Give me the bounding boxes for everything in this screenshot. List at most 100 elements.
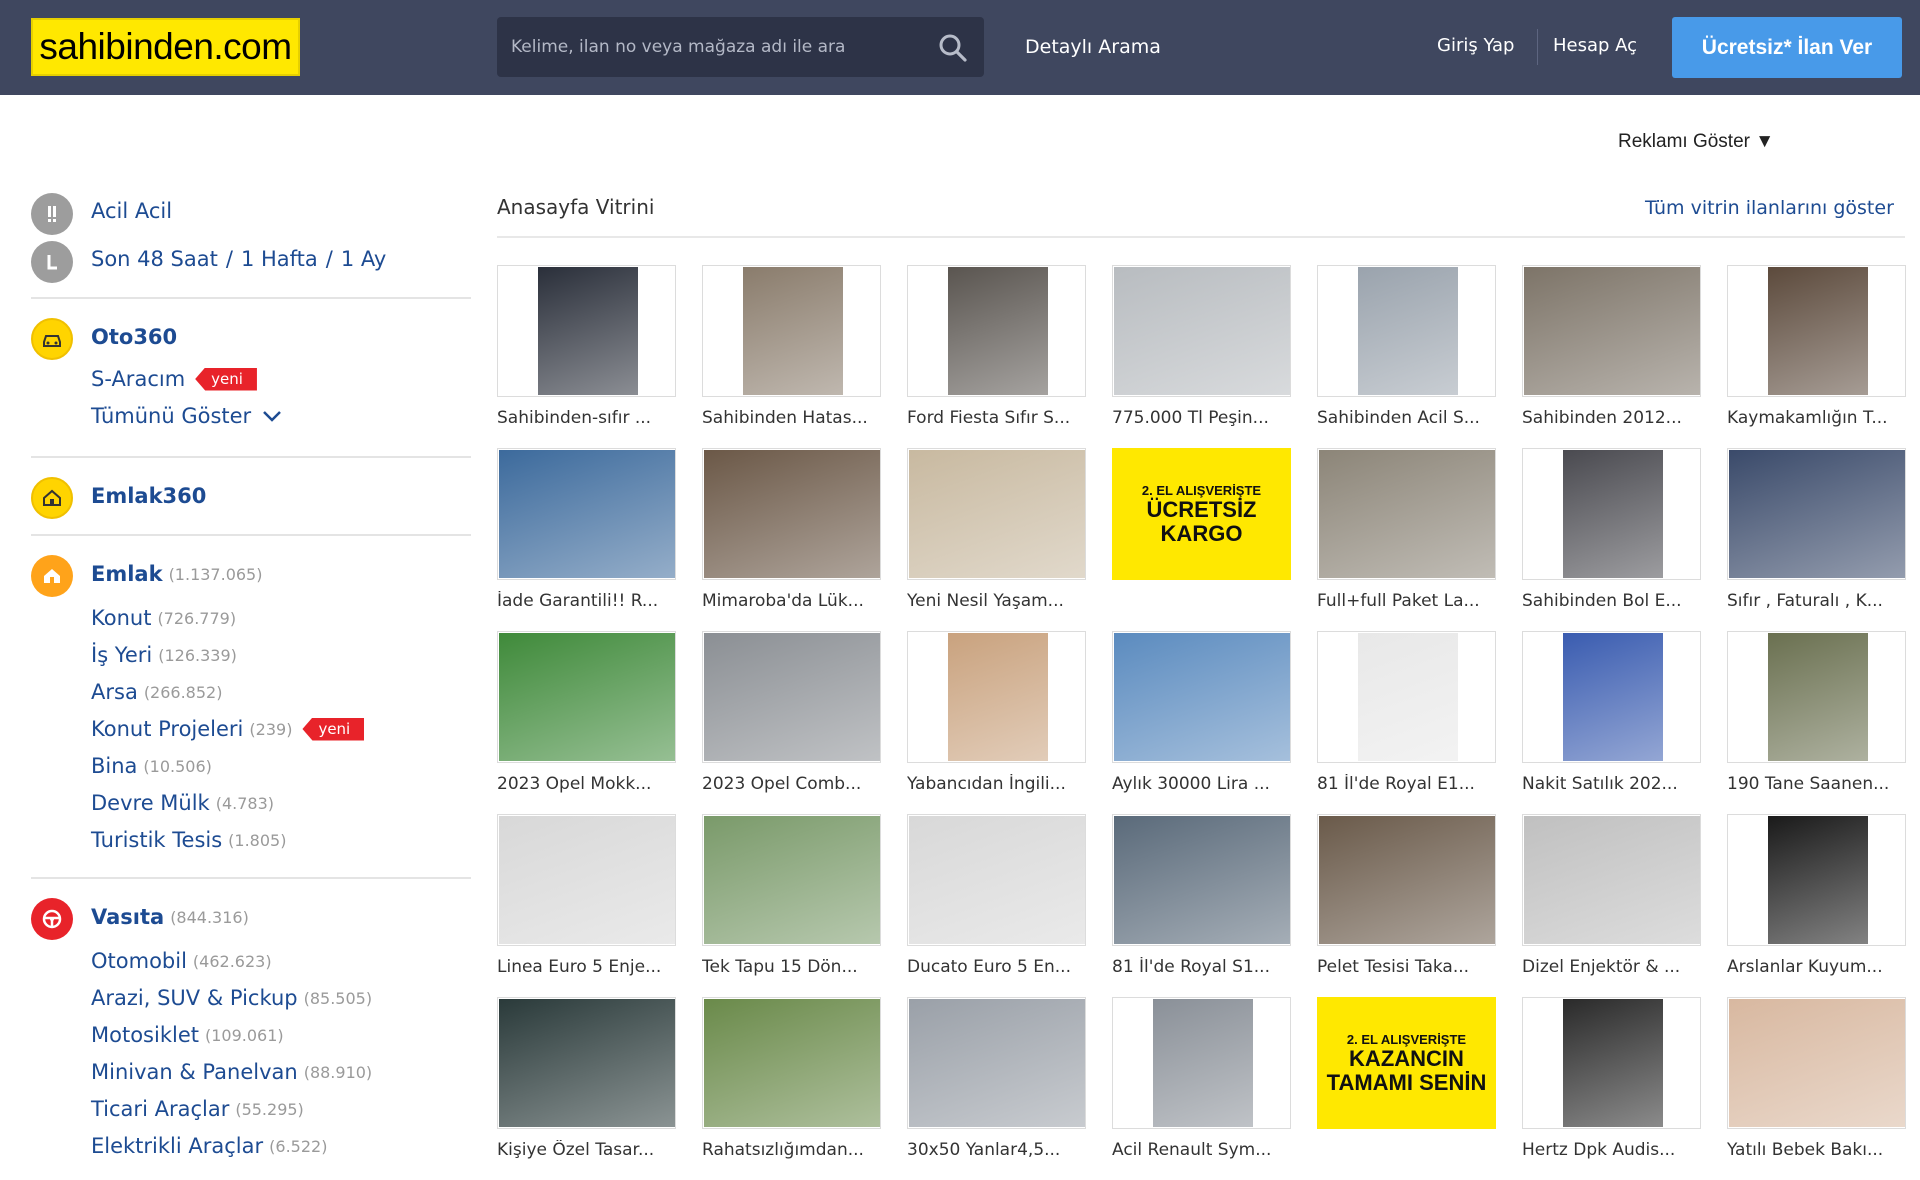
listing-thumbnail[interactable]	[1727, 448, 1906, 580]
listing-title[interactable]: Sahibinden-sıfır ...	[497, 408, 676, 428]
listing-thumbnail[interactable]: 2. EL ALIŞVERİŞTE KAZANCIN TAMAMI SENİN	[1317, 997, 1496, 1129]
listing-card[interactable]: Acil Renault Sym...	[1112, 997, 1291, 1180]
elektrikli-araclar-link[interactable]: Elektrikli Araçlar	[91, 1134, 263, 1158]
listing-title[interactable]: Yatılı Bebek Bakı...	[1727, 1140, 1906, 1160]
listing-card[interactable]: 81 İl'de Royal S1...	[1112, 814, 1291, 997]
listing-card[interactable]: Yabancıdan İngili...	[907, 631, 1086, 814]
listing-title[interactable]: Yabancıdan İngili...	[907, 774, 1086, 794]
listing-card[interactable]: Yeni Nesil Yaşam...	[907, 448, 1086, 631]
emlak360-link[interactable]: Emlak360	[91, 484, 206, 508]
listing-card[interactable]: Kaymakamlığın T...	[1727, 265, 1906, 448]
ticari-araclar-link[interactable]: Ticari Araçlar	[91, 1097, 229, 1121]
listing-card[interactable]: Full+full Paket La...	[1317, 448, 1496, 631]
listing-title[interactable]: Kişiye Özel Tasar...	[497, 1140, 676, 1160]
listing-title[interactable]: 81 İl'de Royal S1...	[1112, 957, 1291, 977]
listing-title[interactable]: Tek Tapu 15 Dön...	[702, 957, 881, 977]
listing-thumbnail[interactable]	[1727, 997, 1906, 1129]
listing-thumbnail[interactable]	[497, 448, 676, 580]
listing-title[interactable]: Dizel Enjektör & ...	[1522, 957, 1701, 977]
listing-card[interactable]: Sahibinden-sıfır ...	[497, 265, 676, 448]
listing-title[interactable]: Pelet Tesisi Taka...	[1317, 957, 1496, 977]
listing-thumbnail[interactable]	[1522, 265, 1701, 397]
listing-title[interactable]: Sahibinden Acil S...	[1317, 408, 1496, 428]
listing-card[interactable]: 30x50 Yanlar4,5...	[907, 997, 1086, 1180]
listing-title[interactable]: Aylık 30000 Lira ...	[1112, 774, 1291, 794]
listing-card[interactable]: Rahatsızlığımdan...	[702, 997, 881, 1180]
listing-card[interactable]: 81 İl'de Royal E1...	[1317, 631, 1496, 814]
listing-title[interactable]: Rahatsızlığımdan...	[702, 1140, 881, 1160]
listing-card[interactable]: İade Garantili!! R...	[497, 448, 676, 631]
listing-card[interactable]: 775.000 Tl Peşin...	[1112, 265, 1291, 448]
listing-card[interactable]: 2023 Opel Mokk...	[497, 631, 676, 814]
search-icon[interactable]	[938, 33, 968, 63]
listing-title[interactable]: Ducato Euro 5 En...	[907, 957, 1086, 977]
listing-title[interactable]: Hertz Dpk Audis...	[1522, 1140, 1701, 1160]
listing-title[interactable]: Sahibinden Hatas...	[702, 408, 881, 428]
emlak-link[interactable]: Emlak	[91, 562, 163, 586]
listing-card[interactable]: Sahibinden 2012...	[1522, 265, 1701, 448]
listing-thumbnail[interactable]	[1727, 631, 1906, 763]
show-all-showcase-link[interactable]: Tüm vitrin ilanlarını göster	[1645, 197, 1894, 219]
konut-projeleri-link[interactable]: Konut Projeleri	[91, 717, 243, 741]
listing-thumbnail[interactable]: 2. EL ALIŞVERİŞTE ÜCRETSİZ KARGO	[1112, 448, 1291, 580]
show-all-link[interactable]: Tümünü Göster	[91, 404, 251, 428]
listing-card[interactable]: Aylık 30000 Lira ...	[1112, 631, 1291, 814]
listing-thumbnail[interactable]	[1112, 265, 1291, 397]
site-logo[interactable]: sahibinden.com	[31, 18, 300, 76]
minivan-panelvan-link[interactable]: Minivan & Panelvan	[91, 1060, 298, 1084]
listing-thumbnail[interactable]	[497, 997, 676, 1129]
listing-thumbnail[interactable]	[1112, 631, 1291, 763]
last-month-link[interactable]: 1 Ay	[341, 247, 386, 271]
listing-title[interactable]: Arslanlar Kuyum...	[1727, 957, 1906, 977]
listing-thumbnail[interactable]	[702, 631, 881, 763]
listing-thumbnail[interactable]	[1727, 265, 1906, 397]
listing-thumbnail[interactable]	[1522, 631, 1701, 763]
listing-thumbnail[interactable]	[1317, 814, 1496, 946]
listing-thumbnail[interactable]	[497, 814, 676, 946]
oto360-link[interactable]: Oto360	[91, 325, 177, 349]
listing-title[interactable]: 775.000 Tl Peşin...	[1112, 408, 1291, 428]
listing-title[interactable]: Mimaroba'da Lük...	[702, 591, 881, 611]
listing-card[interactable]: Sahibinden Acil S...	[1317, 265, 1496, 448]
listing-card[interactable]: 2023 Opel Comb...	[702, 631, 881, 814]
listing-thumbnail[interactable]	[1522, 997, 1701, 1129]
listing-title[interactable]: 81 İl'de Royal E1...	[1317, 774, 1496, 794]
listing-thumbnail[interactable]	[497, 631, 676, 763]
s-aracim-link[interactable]: S-Aracım	[91, 367, 185, 391]
vasita-link[interactable]: Vasıta	[91, 905, 164, 929]
arazi-suv-pickup-link[interactable]: Arazi, SUV & Pickup	[91, 986, 298, 1010]
search-input[interactable]	[497, 17, 917, 77]
listing-title[interactable]: Yeni Nesil Yaşam...	[907, 591, 1086, 611]
listing-card[interactable]: 2. EL ALIŞVERİŞTE ÜCRETSİZ KARGO	[1112, 448, 1291, 631]
listing-thumbnail[interactable]	[907, 814, 1086, 946]
listing-title[interactable]: Sıfır , Faturalı , K...	[1727, 591, 1906, 611]
listing-title[interactable]: Linea Euro 5 Enje...	[497, 957, 676, 977]
motosiklet-link[interactable]: Motosiklet	[91, 1023, 199, 1047]
listing-thumbnail[interactable]	[1112, 814, 1291, 946]
listing-card[interactable]: Sıfır , Faturalı , K...	[1727, 448, 1906, 631]
login-link[interactable]: Giriş Yap	[1437, 35, 1514, 56]
listing-card[interactable]: Kişiye Özel Tasar...	[497, 997, 676, 1180]
listing-thumbnail[interactable]	[1317, 448, 1496, 580]
chevron-down-icon[interactable]	[261, 409, 283, 423]
listing-thumbnail[interactable]	[1112, 997, 1291, 1129]
listing-thumbnail[interactable]	[907, 997, 1086, 1129]
listing-title[interactable]: Acil Renault Sym...	[1112, 1140, 1291, 1160]
listing-card[interactable]: 2. EL ALIŞVERİŞTE KAZANCIN TAMAMI SENİN	[1317, 997, 1496, 1180]
show-ad-toggle[interactable]: Reklamı Göster ▼	[1618, 131, 1774, 153]
bina-link[interactable]: Bina	[91, 754, 137, 778]
listing-card[interactable]: Ducato Euro 5 En...	[907, 814, 1086, 997]
listing-card[interactable]: Dizel Enjektör & ...	[1522, 814, 1701, 997]
listing-title[interactable]: 2023 Opel Mokk...	[497, 774, 676, 794]
listing-thumbnail[interactable]	[702, 265, 881, 397]
turistik-tesis-link[interactable]: Turistik Tesis	[91, 828, 222, 852]
listing-card[interactable]: 190 Tane Saanen...	[1727, 631, 1906, 814]
listing-title[interactable]: Sahibinden Bol E...	[1522, 591, 1701, 611]
listing-thumbnail[interactable]	[497, 265, 676, 397]
listing-thumbnail[interactable]	[907, 265, 1086, 397]
is-yeri-link[interactable]: İş Yeri	[91, 643, 152, 667]
listing-thumbnail[interactable]	[702, 997, 881, 1129]
listing-thumbnail[interactable]	[907, 448, 1086, 580]
listing-title[interactable]: Ford Fiesta Sıfır S...	[907, 408, 1086, 428]
register-link[interactable]: Hesap Aç	[1553, 35, 1637, 56]
